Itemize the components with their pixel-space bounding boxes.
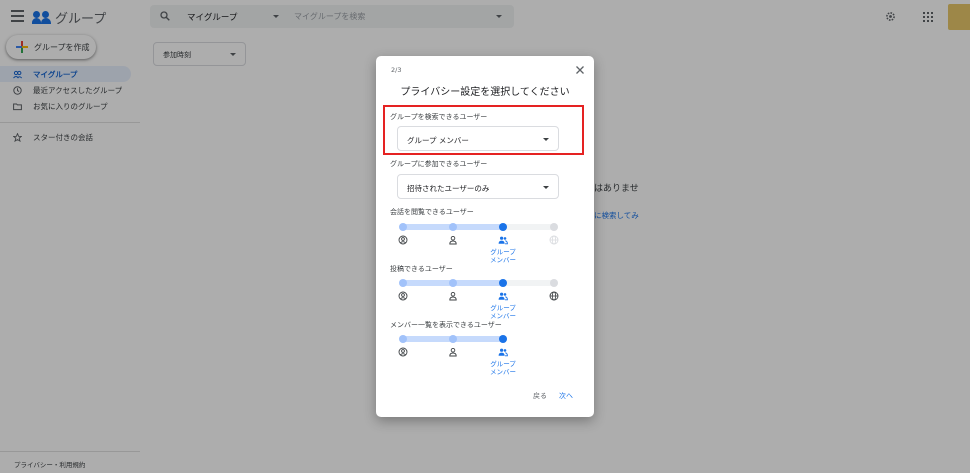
dropdown-arrow-icon xyxy=(543,138,549,141)
slider-stop[interactable] xyxy=(550,279,558,287)
person-icon[interactable] xyxy=(448,347,458,357)
slider-stop[interactable] xyxy=(449,223,457,231)
next-button[interactable]: 次へ xyxy=(559,391,573,401)
select-value: 招待されたユーザーのみ xyxy=(407,184,490,193)
post-permission-label: 投稿できるユーザー xyxy=(390,265,453,273)
dropdown-arrow-icon xyxy=(543,186,549,189)
slider-stop-selected[interactable] xyxy=(499,279,507,287)
view-conversations-label: 会話を閲覧できるユーザー xyxy=(390,208,474,216)
search-visibility-select[interactable]: グループ メンバー xyxy=(397,126,559,151)
view-members-slider[interactable] xyxy=(399,335,507,343)
selected-option-label: グループ メンバー xyxy=(490,248,516,264)
globe-icon[interactable] xyxy=(549,291,559,301)
slider-stop[interactable] xyxy=(449,335,457,343)
step-indicator: 2/3 xyxy=(391,66,402,74)
slider-stop[interactable] xyxy=(399,223,407,231)
slider-stop-selected[interactable] xyxy=(499,335,507,343)
globe-icon xyxy=(549,235,559,245)
back-button[interactable]: 戻る xyxy=(533,391,547,401)
account-circle-icon[interactable] xyxy=(398,235,408,245)
account-circle-icon[interactable] xyxy=(398,347,408,357)
group-icon[interactable] xyxy=(498,291,508,301)
join-permission-label: グループに参加できるユーザー xyxy=(390,160,488,168)
select-value: グループ メンバー xyxy=(407,136,469,145)
slider-stop-disabled xyxy=(550,223,558,231)
join-permission-select[interactable]: 招待されたユーザーのみ xyxy=(397,174,559,199)
slider-stop[interactable] xyxy=(449,279,457,287)
selected-option-label: グループ メンバー xyxy=(490,360,516,376)
group-icon[interactable] xyxy=(498,235,508,245)
dialog-title: プライバシー設定を選択してください xyxy=(400,87,570,98)
person-icon[interactable] xyxy=(448,291,458,301)
slider-stop-selected[interactable] xyxy=(499,223,507,231)
view-members-label: メンバー一覧を表示できるユーザー xyxy=(390,321,502,329)
post-permission-slider[interactable] xyxy=(399,279,558,287)
slider-stop[interactable] xyxy=(399,335,407,343)
group-icon[interactable] xyxy=(498,347,508,357)
person-icon[interactable] xyxy=(448,235,458,245)
privacy-settings-dialog: 2/3 プライバシー設定を選択してください グループを検索できるユーザー グルー… xyxy=(376,56,594,417)
search-visibility-label: グループを検索できるユーザー xyxy=(390,113,488,121)
close-icon[interactable] xyxy=(575,65,585,75)
view-conversations-slider[interactable] xyxy=(399,223,558,231)
account-circle-icon[interactable] xyxy=(398,291,408,301)
slider-stop[interactable] xyxy=(399,279,407,287)
selected-option-label: グループ メンバー xyxy=(490,304,516,320)
